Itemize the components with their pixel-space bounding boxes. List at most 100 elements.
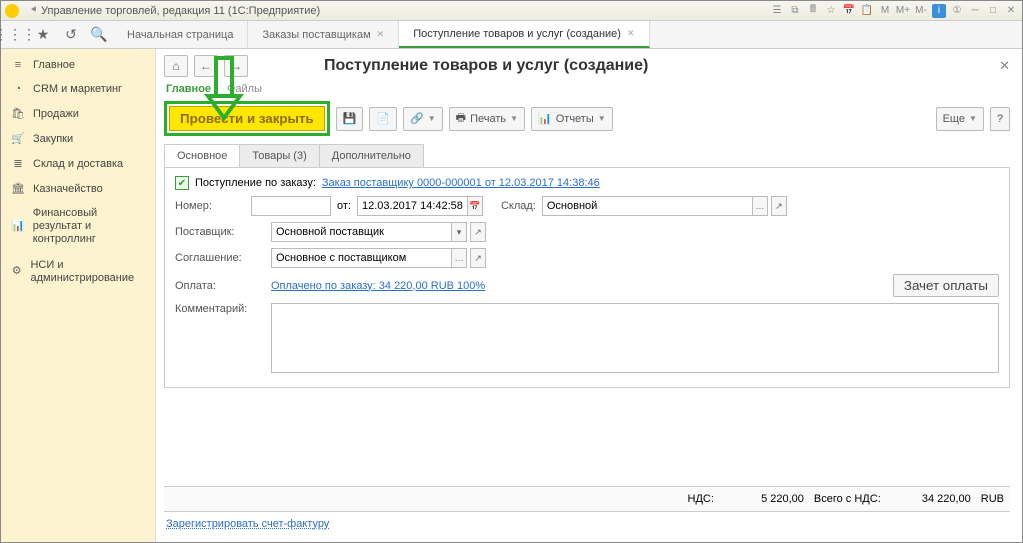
sidebar-item-main[interactable]: ≡Главное <box>1 53 155 77</box>
number-input[interactable] <box>251 196 331 216</box>
agreement-label: Соглашение: <box>175 252 265 264</box>
register-invoice-link[interactable]: Зарегистрировать счет-фактуру <box>166 518 329 530</box>
close-icon[interactable]: ✕ <box>1004 4 1018 18</box>
back-button[interactable]: ← <box>194 55 218 77</box>
help-button[interactable]: ? <box>990 107 1010 131</box>
order-link[interactable]: Заказ поставщику 0000-000001 от 12.03.20… <box>322 177 600 189</box>
help-icon[interactable]: ① <box>950 4 964 18</box>
star-icon[interactable]: ★ <box>29 21 57 48</box>
open-button[interactable]: ↗ <box>470 248 486 268</box>
reports-button[interactable]: 📊 Отчеты▼ <box>531 107 613 131</box>
pie-icon: ◔ <box>11 83 25 95</box>
total-value: 34 220,00 <box>891 493 971 505</box>
dropdown-icon[interactable]: ▾ <box>451 222 467 242</box>
main-tab-row: ⋮⋮⋮ ★ ↺ 🔍 Начальная страница Заказы пост… <box>1 21 1022 49</box>
close-tab-icon[interactable]: ✕ <box>377 29 385 40</box>
page-subtabs: Главное Файлы <box>164 83 1010 95</box>
post-and-close-button[interactable]: Провести и закрыть <box>169 106 325 131</box>
gear-icon: ⚙ <box>11 265 22 278</box>
back-icon[interactable]: ⯇ <box>27 4 41 18</box>
open-button[interactable]: ↗ <box>771 196 787 216</box>
cart-icon: 🛒 <box>11 132 25 145</box>
info-icon[interactable]: i <box>932 4 946 18</box>
highlight-frame: Провести и закрыть <box>164 101 330 136</box>
save-button[interactable]: 💾 <box>336 107 364 131</box>
offset-payment-button[interactable]: Зачет оплаты <box>893 274 999 297</box>
bank-icon: 🏛 <box>11 182 25 195</box>
close-page-icon[interactable]: ✕ <box>999 58 1010 74</box>
list-icon: ≡ <box>11 59 25 71</box>
page-title: Поступление товаров и услуг (создание) <box>324 57 648 75</box>
section-sidebar: ≡Главное ◔CRM и маркетинг 🛍Продажи 🛒Заку… <box>1 49 156 542</box>
toolbar-icon[interactable]: ☰ <box>770 4 784 18</box>
totals-bar: НДС: 5 220,00 Всего с НДС: 34 220,00 RUB <box>164 486 1010 512</box>
warehouse-input[interactable] <box>542 196 752 216</box>
sidebar-item-purchases[interactable]: 🛒Закупки <box>1 126 155 151</box>
m-icon[interactable]: M <box>878 4 892 18</box>
from-label: от: <box>337 200 351 212</box>
form-area: ✔ Поступление по заказу: Заказ поставщик… <box>164 168 1010 388</box>
form-tabs: Основное Товары (3) Дополнительно <box>164 144 1010 168</box>
calculator-icon[interactable]: 🖩 <box>806 4 820 18</box>
vat-label: НДС: <box>688 493 714 505</box>
payment-label: Оплата: <box>175 280 265 292</box>
forward-button[interactable]: → <box>224 55 248 77</box>
toolbar-icon[interactable]: ⧉ <box>788 4 802 18</box>
calendar-icon[interactable]: 📅 <box>842 4 856 18</box>
search-icon[interactable]: 🔍 <box>85 21 113 48</box>
supplier-label: Поставщик: <box>175 226 265 238</box>
select-button[interactable]: … <box>752 196 768 216</box>
comment-label: Комментарий: <box>175 303 265 315</box>
sidebar-item-treasury[interactable]: 🏛Казначейство <box>1 176 155 201</box>
apps-icon[interactable]: ⋮⋮⋮ <box>1 21 29 48</box>
sidebar-item-admin[interactable]: ⚙НСИ и администрирование <box>1 253 155 291</box>
main-content: ⌂ ← → Поступление товаров и услуг (созда… <box>156 49 1022 542</box>
maximize-icon[interactable]: □ <box>986 4 1000 18</box>
select-button[interactable]: … <box>451 248 467 268</box>
supplier-input[interactable] <box>271 222 451 242</box>
print-button[interactable]: 🖶 Печать▼ <box>449 107 525 131</box>
favorite-icon[interactable]: ☆ <box>824 4 838 18</box>
comment-textarea[interactable] <box>271 303 999 373</box>
chart-icon: 📊 <box>11 220 25 233</box>
sidebar-item-crm[interactable]: ◔CRM и маркетинг <box>1 77 155 101</box>
tab-receipt[interactable]: Поступление товаров и услуг (создание)✕ <box>399 21 649 48</box>
m-minus-icon[interactable]: M- <box>914 4 928 18</box>
command-toolbar: Провести и закрыть 💾 📄 🔗▼ 🖶 Печать▼ 📊 От… <box>164 101 1010 136</box>
post-button[interactable]: 📄 <box>369 107 397 131</box>
warehouse-label: Склад: <box>501 200 536 212</box>
order-checkbox[interactable]: ✔ <box>175 176 189 190</box>
tab-basic[interactable]: Основное <box>164 144 240 167</box>
sidebar-item-finance[interactable]: 📊Финансовый результат и контроллинг <box>1 201 155 253</box>
tab-extra[interactable]: Дополнительно <box>319 144 424 167</box>
agreement-input[interactable] <box>271 248 451 268</box>
stack-icon: ≣ <box>11 157 25 170</box>
date-input[interactable] <box>357 196 467 216</box>
calendar-icon[interactable]: 📋 <box>860 4 874 18</box>
bag-icon: 🛍 <box>11 107 25 120</box>
subtab-main[interactable]: Главное <box>166 83 211 95</box>
order-label: Поступление по заказу: <box>195 177 316 189</box>
subtab-files[interactable]: Файлы <box>227 83 262 95</box>
minimize-icon[interactable]: ─ <box>968 4 982 18</box>
calendar-button[interactable]: 📅 <box>467 196 483 216</box>
home-button[interactable]: ⌂ <box>164 55 188 77</box>
window-title: Управление торговлей, редакция 11 (1С:Пр… <box>41 5 320 17</box>
vat-value: 5 220,00 <box>724 493 804 505</box>
sidebar-item-warehouse[interactable]: ≣Склад и доставка <box>1 151 155 176</box>
more-button[interactable]: Еще▼ <box>936 107 984 131</box>
create-based-button[interactable]: 🔗▼ <box>403 107 443 131</box>
open-button[interactable]: ↗ <box>470 222 486 242</box>
history-icon[interactable]: ↺ <box>57 21 85 48</box>
total-label: Всего с НДС: <box>814 493 881 505</box>
currency-label: RUB <box>981 493 1004 505</box>
sidebar-item-sales[interactable]: 🛍Продажи <box>1 101 155 126</box>
tab-goods[interactable]: Товары (3) <box>239 144 319 167</box>
window-titlebar: ⯇ Управление торговлей, редакция 11 (1С:… <box>1 1 1022 21</box>
m-plus-icon[interactable]: M+ <box>896 4 910 18</box>
payment-link[interactable]: Оплачено по заказу: 34 220,00 RUB 100% <box>271 280 485 292</box>
tab-start[interactable]: Начальная страница <box>113 21 248 48</box>
app-logo-icon <box>5 4 19 18</box>
tab-orders[interactable]: Заказы поставщикам✕ <box>248 21 399 48</box>
close-tab-icon[interactable]: ✕ <box>627 28 635 39</box>
